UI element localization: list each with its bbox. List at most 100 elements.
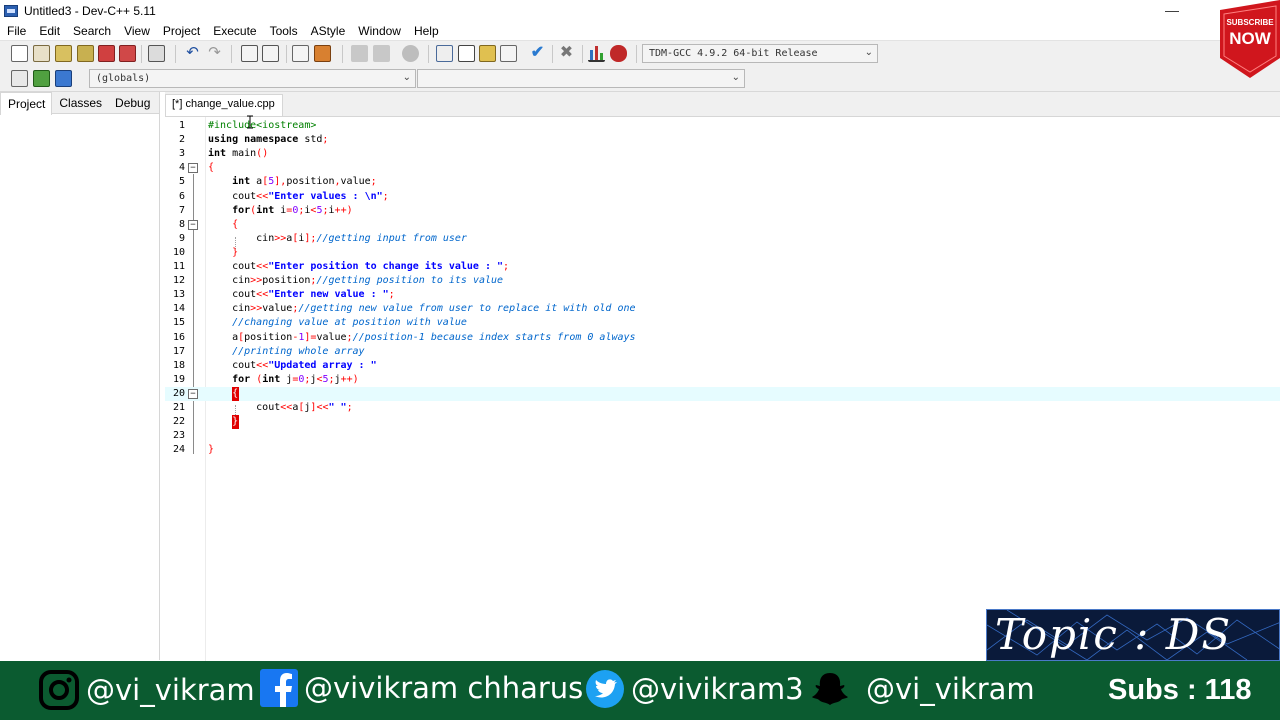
menu-tools[interactable]: Tools [263, 24, 304, 38]
fold-toggle-icon[interactable]: − [188, 219, 198, 230]
code-text: for (int j=0;j<5;j++) [232, 373, 359, 385]
goto-line-icon[interactable] [292, 45, 309, 62]
code-line[interactable]: 22 } [165, 415, 1280, 430]
main-toolbar: ↶ ↷ ✔ ✖ TDM-GCC 4.9.2 64-bit Release ⌄ [0, 40, 1280, 66]
chevron-down-icon: ⌄ [402, 72, 411, 83]
code-line[interactable]: 18 cout<<"Updated array : " [165, 359, 1280, 373]
indent-icon[interactable] [373, 45, 390, 62]
unindent-icon[interactable] [351, 45, 368, 62]
code-line[interactable]: 3 int main() [165, 147, 1280, 161]
new-project-icon[interactable] [436, 45, 453, 62]
code-line[interactable]: 11 cout<<"Enter position to change its v… [165, 260, 1280, 274]
code-line[interactable]: 14 cin>>value;//getting new value from u… [165, 302, 1280, 316]
line-number: 20 [172, 387, 185, 399]
window-title: Untitled3 - Dev-C++ 5.11 [24, 4, 156, 18]
social-facebook: @vivikram chharus [260, 669, 583, 707]
code-line[interactable]: 12 cin>>position;//getting position to i… [165, 274, 1280, 288]
menu-execute[interactable]: Execute [206, 24, 262, 38]
facebook-handle: @vivikram chharus [304, 671, 584, 705]
code-editor[interactable]: 1 #include<iostream> 2 using namespace std;… [165, 116, 1280, 661]
profile-chart-icon[interactable] [588, 45, 605, 62]
tab-classes[interactable]: Classes [52, 92, 108, 113]
compiler-select[interactable]: TDM-GCC 4.9.2 64-bit Release ⌄ [642, 44, 878, 63]
code-line[interactable]: 13 cout<<"Enter new value : "; [165, 288, 1280, 302]
toggle-comment-icon[interactable] [402, 45, 419, 62]
code-line[interactable]: 24} [165, 443, 1280, 457]
bookmark-icon[interactable] [314, 45, 331, 62]
check-syntax-icon[interactable]: ✔ [529, 45, 546, 62]
code-text: } [232, 415, 240, 430]
minimize-button[interactable]: — [1160, 2, 1184, 20]
scope-select[interactable]: (globals) ⌄ [89, 69, 416, 88]
close-all-icon[interactable] [119, 45, 136, 62]
class-browser-icon[interactable] [479, 45, 496, 62]
code-text: } [232, 246, 239, 258]
code-line[interactable]: 4−{ [165, 161, 1280, 175]
social-snapchat: @vi_vikram [810, 669, 1035, 709]
undo-icon[interactable]: ↶ [184, 45, 201, 62]
code-line[interactable]: 15 //changing value at position with val… [165, 316, 1280, 330]
panel-tabs: Project Classes Debug [0, 92, 159, 115]
menu-bar: File Edit Search View Project Execute To… [0, 22, 1280, 40]
code-line[interactable]: 1 #include<iostream> [165, 119, 1280, 133]
redo-icon[interactable]: ↷ [206, 45, 223, 62]
save-icon[interactable] [55, 45, 72, 62]
code-line[interactable]: 10 } [165, 246, 1280, 260]
tab-project[interactable]: Project [0, 92, 53, 115]
tab-debug[interactable]: Debug [108, 92, 156, 113]
code-text: //changing value at position with value [232, 317, 467, 329]
close-file-icon[interactable] [98, 45, 115, 62]
delete-profile-icon[interactable] [610, 45, 627, 62]
menu-astyle[interactable]: AStyle [304, 24, 352, 38]
code-line[interactable]: 8− { [165, 218, 1280, 232]
code-line[interactable]: 19 for (int j=0;j<5;j++) [165, 373, 1280, 387]
code-line[interactable]: 16 a[position-1]=value;//position-1 beca… [165, 331, 1280, 345]
line-number: 13 [172, 289, 185, 301]
line-number: 8 [178, 218, 185, 230]
insert-icon[interactable] [11, 70, 28, 87]
stop-icon[interactable]: ✖ [558, 45, 575, 62]
tab-change-value-cpp[interactable]: [*] change_value.cpp [165, 94, 283, 116]
scope-select-value: (globals) [96, 73, 151, 84]
line-number: 23 [172, 430, 185, 442]
menu-view[interactable]: View [117, 24, 156, 38]
print-icon[interactable] [148, 45, 165, 62]
replace-icon[interactable] [262, 45, 279, 62]
code-line[interactable]: 5 int a[5],position,value; [165, 175, 1280, 189]
menu-help[interactable]: Help [407, 24, 445, 38]
code-line[interactable]: 20− { [165, 386, 1280, 401]
code-line[interactable]: 2 using namespace std; [165, 133, 1280, 147]
code-line[interactable]: 6 cout<<"Enter values : \n"; [165, 190, 1280, 204]
line-number: 6 [178, 190, 185, 202]
window-icon[interactable] [458, 45, 475, 62]
code-line[interactable]: 23 [165, 429, 1280, 443]
menu-project[interactable]: Project [156, 24, 206, 38]
new-file-icon[interactable] [11, 45, 28, 62]
menu-edit[interactable]: Edit [32, 24, 66, 38]
topic-banner: Topic : DS [986, 609, 1280, 661]
line-number: 10 [172, 246, 185, 258]
code-text: using namespace std; [208, 134, 329, 146]
bookmark-list-icon[interactable] [55, 70, 72, 87]
title-bar: Untitled3 - Dev-C++ 5.11 — [0, 0, 1280, 22]
fold-toggle-icon[interactable]: − [188, 163, 198, 174]
menu-search[interactable]: Search [66, 24, 117, 38]
goto-icon[interactable] [33, 70, 50, 87]
line-number: 11 [172, 261, 185, 272]
facebook-icon [260, 669, 298, 707]
members-select[interactable]: ⌄ [417, 69, 745, 88]
code-line[interactable]: 9 cin>>a[i];//getting input from user [165, 232, 1280, 246]
fold-toggle-icon[interactable]: − [188, 388, 198, 399]
code-line[interactable]: 17 //printing whole array [165, 345, 1280, 359]
code-text: cout<<"Enter values : \n"; [208, 190, 389, 202]
line-number: 16 [172, 331, 185, 343]
code-line[interactable]: 7 for(int i=0;i<5;i++) [165, 204, 1280, 218]
find-icon[interactable] [241, 45, 258, 62]
menu-window[interactable]: Window [351, 24, 407, 38]
code-line[interactable]: 21 cout<<a[j]<<" "; [165, 401, 1280, 415]
open-file-icon[interactable] [33, 45, 50, 62]
tile-windows-icon[interactable] [500, 45, 517, 62]
save-all-icon[interactable] [77, 45, 94, 62]
menu-file[interactable]: File [0, 24, 32, 38]
line-number: 21 [172, 402, 185, 413]
